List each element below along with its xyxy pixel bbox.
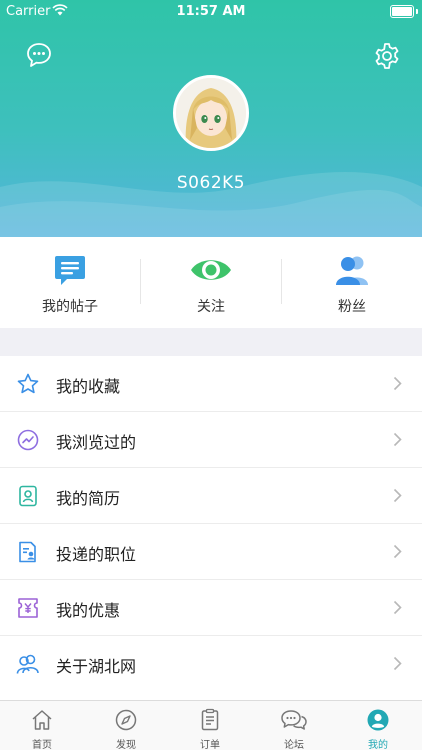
username: S062K5 (176, 173, 246, 193)
menu-item-label: 我的收藏 (56, 377, 121, 396)
menu-item-history[interactable]: 我浏览过的 (0, 412, 422, 468)
stat-label: 关注 (197, 299, 225, 315)
avatar[interactable] (173, 75, 249, 151)
status-bar: Carrier 11:57 AM (0, 0, 422, 24)
tab-label: 发现 (116, 740, 136, 751)
coupon-icon (18, 598, 38, 618)
chevron-right-icon (393, 432, 402, 447)
stat-fans[interactable]: 粉丝 (282, 237, 422, 328)
menu-item-label: 关于湖北网 (56, 657, 137, 676)
menu-item-label: 我浏览过的 (56, 433, 137, 452)
compass-icon (115, 709, 137, 731)
about-icon (16, 654, 39, 674)
job-icon (19, 541, 36, 563)
eye-icon (191, 260, 231, 280)
menu-item-favorites[interactable]: 我的收藏 (0, 356, 422, 412)
stat-my-posts[interactable]: 我的帖子 (0, 237, 140, 328)
stat-label: 我的帖子 (42, 299, 98, 315)
menu-item-label: 我的简历 (56, 489, 121, 508)
battery-icon (390, 5, 414, 18)
chevron-right-icon (393, 488, 402, 503)
menu-item-label: 投递的职位 (56, 545, 137, 564)
post-icon (55, 256, 85, 285)
chevron-right-icon (393, 600, 402, 615)
chevron-right-icon (393, 656, 402, 671)
stats-row: 我的帖子 关注 粉丝 (0, 237, 422, 328)
wave-decoration (0, 172, 422, 237)
gear-icon (375, 43, 399, 69)
clock: 11:57 AM (176, 4, 246, 19)
message-button[interactable] (24, 40, 54, 70)
menu-item-resume[interactable]: 我的简历 (0, 468, 422, 524)
profile-header: Carrier 11:57 AM S062K5 (0, 0, 422, 237)
tab-forum[interactable]: 论坛 (252, 701, 336, 751)
star-icon (17, 373, 39, 394)
fans-icon (336, 256, 368, 285)
settings-button[interactable] (372, 41, 402, 71)
tab-label: 论坛 (284, 740, 304, 751)
tab-label: 我的 (368, 740, 388, 751)
tab-label: 订单 (200, 740, 220, 751)
menu-item-label: 我的优惠 (56, 601, 121, 620)
menu-list: 我的收藏 我浏览过的 我的简历 投递的职位 我的优惠 关于湖北网 (0, 356, 422, 692)
chevron-right-icon (393, 376, 402, 391)
tab-label: 首页 (32, 740, 52, 751)
history-icon (17, 429, 39, 451)
menu-item-about[interactable]: 关于湖北网 (0, 636, 422, 692)
chat-bubble-icon (27, 43, 51, 67)
resume-icon (19, 485, 37, 507)
chevron-right-icon (393, 544, 402, 559)
tab-mine[interactable]: 我的 (336, 701, 420, 751)
profile-icon (367, 709, 389, 731)
tab-bar: 首页 发现 订单 论坛 我的 (0, 700, 422, 751)
menu-item-applied-jobs[interactable]: 投递的职位 (0, 524, 422, 580)
tab-home[interactable]: 首页 (0, 701, 84, 751)
menu-item-coupons[interactable]: 我的优惠 (0, 580, 422, 636)
avatar-image (176, 78, 246, 148)
order-icon (201, 708, 219, 731)
tab-orders[interactable]: 订单 (168, 701, 252, 751)
home-icon (32, 710, 52, 730)
tab-discover[interactable]: 发现 (84, 701, 168, 751)
section-gap (0, 328, 422, 356)
stat-label: 粉丝 (338, 299, 366, 315)
stat-following[interactable]: 关注 (141, 237, 281, 328)
forum-icon (281, 710, 307, 730)
